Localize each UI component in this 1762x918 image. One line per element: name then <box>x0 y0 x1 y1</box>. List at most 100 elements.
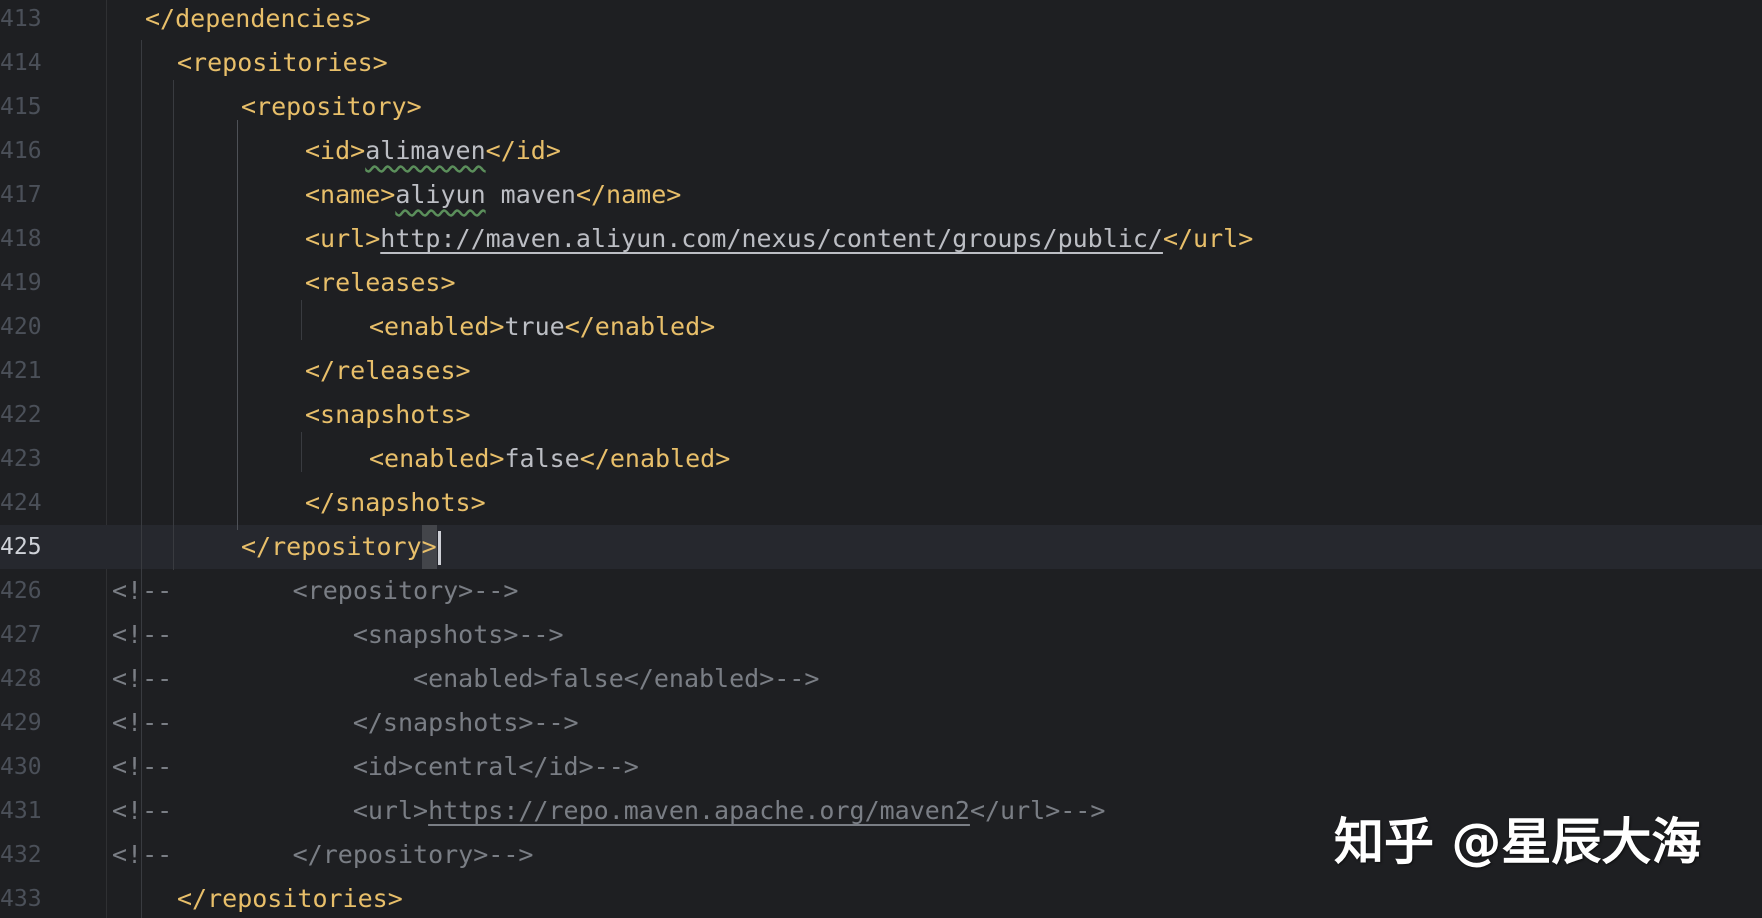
code-text: <!-- <url>https://repo.maven.apache.org/… <box>112 789 1105 833</box>
code-text: <repository> <box>241 85 422 129</box>
code-text: <snapshots> <box>305 393 471 437</box>
line-number: 427 <box>0 622 42 648</box>
code-token: </url>--> <box>969 796 1106 825</box>
code-token: </dependencies> <box>145 4 371 33</box>
code-line[interactable]: 428 <!-- <enabled>false</enabled>--> <box>0 657 1762 701</box>
line-number: 420 <box>0 314 42 340</box>
code-token: </enabled> <box>579 444 731 473</box>
code-text: <enabled>true</enabled> <box>369 305 715 349</box>
line-number: 429 <box>0 710 42 736</box>
code-token: </url> <box>1162 224 1254 253</box>
code-line[interactable]: 417 <name>aliyun maven</name> <box>0 173 1762 217</box>
code-line[interactable]: 429 <!-- </snapshots>--> <box>0 701 1762 745</box>
code-token: <releases> <box>305 268 456 297</box>
code-token: <!-- <repository>--> <box>112 576 519 605</box>
code-line[interactable]: 420 <enabled>true</enabled> <box>0 305 1762 349</box>
code-text: <releases> <box>305 261 456 305</box>
code-token: <!-- </snapshots>--> <box>112 708 579 737</box>
indent-guide <box>301 432 302 472</box>
code-line[interactable]: 425 </repository> <box>0 525 1762 569</box>
code-token: </name> <box>575 180 682 209</box>
code-line[interactable]: 415 <repository> <box>0 85 1762 129</box>
code-text: <!-- <id>central</id>--> <box>112 745 639 789</box>
code-token: </snapshots> <box>305 488 486 517</box>
line-number: 418 <box>0 226 42 252</box>
line-number: 416 <box>0 138 42 164</box>
code-line[interactable]: 419 <releases> <box>0 261 1762 305</box>
code-token: <url> <box>305 224 381 253</box>
line-number: 423 <box>0 446 42 472</box>
code-line[interactable]: 423 <enabled>false</enabled> <box>0 437 1762 481</box>
text-caret <box>437 531 441 565</box>
code-text: <!-- <repository>--> <box>112 569 518 613</box>
code-token: <enabled> <box>369 444 505 473</box>
code-text: <name>aliyun maven</name> <box>305 173 681 217</box>
code-token: <!-- <url> <box>112 796 429 825</box>
code-text: </snapshots> <box>305 481 486 525</box>
line-number: 421 <box>0 358 42 384</box>
code-token: alimaven <box>365 136 486 165</box>
code-token: <!-- <enabled>false</enabled>--> <box>112 664 820 693</box>
code-token: true <box>504 312 565 341</box>
code-token: </repositories> <box>177 884 403 913</box>
line-number: 425 <box>0 534 42 560</box>
code-token: maven <box>485 180 576 209</box>
code-token: </releases> <box>305 356 471 385</box>
line-number: 413 <box>0 6 42 32</box>
code-line[interactable]: 422 <snapshots> <box>0 393 1762 437</box>
code-line[interactable]: 418 <url>http://maven.aliyun.com/nexus/co… <box>0 217 1762 261</box>
indent-guide <box>141 40 142 918</box>
code-text: <!-- </repository>--> <box>112 833 533 877</box>
code-text: </dependencies> <box>145 0 371 41</box>
url-link[interactable]: https://repo.maven.apache.org/maven2 <box>428 796 970 825</box>
code-token: <id> <box>305 136 366 165</box>
line-number: 417 <box>0 182 42 208</box>
code-token: <!-- <snapshots>--> <box>112 620 564 649</box>
code-text: <id>alimaven</id> <box>305 129 561 173</box>
line-number: 419 <box>0 270 42 296</box>
code-token: <!-- <id>central</id>--> <box>112 752 639 781</box>
code-text: </repositories> <box>177 877 403 918</box>
code-text: <!-- </snapshots>--> <box>112 701 579 745</box>
line-number: 422 <box>0 402 42 428</box>
code-line[interactable]: 427 <!-- <snapshots>--> <box>0 613 1762 657</box>
line-number: 431 <box>0 798 42 824</box>
code-line[interactable]: 424 </snapshots> <box>0 481 1762 525</box>
code-token: <snapshots> <box>305 400 471 429</box>
code-token: </enabled> <box>564 312 716 341</box>
code-line[interactable]: 426 <!-- <repository>--> <box>0 569 1762 613</box>
code-text: <repositories> <box>177 41 388 85</box>
line-number: 424 <box>0 490 42 516</box>
indent-guide <box>301 300 302 340</box>
code-token: <repositories> <box>177 48 388 77</box>
code-text: <enabled>false</enabled> <box>369 437 730 481</box>
code-text: </repository> <box>241 525 441 569</box>
matched-bracket: > <box>421 525 437 569</box>
code-text: </releases> <box>305 349 471 393</box>
line-number: 432 <box>0 842 42 868</box>
code-line[interactable]: 421 </releases> <box>0 349 1762 393</box>
code-token: <name> <box>305 180 396 209</box>
line-number: 426 <box>0 578 42 604</box>
code-line[interactable]: 433 </repositories> <box>0 877 1762 918</box>
code-token: aliyun <box>395 180 486 209</box>
code-text: <!-- <enabled>false</enabled>--> <box>112 657 819 701</box>
line-number: 430 <box>0 754 42 780</box>
code-token: </id> <box>485 136 561 165</box>
code-token: false <box>504 444 580 473</box>
code-line[interactable]: 430 <!-- <id>central</id>--> <box>0 745 1762 789</box>
line-number: 428 <box>0 666 42 692</box>
code-text: <!-- <snapshots>--> <box>112 613 564 657</box>
code-token: <enabled> <box>369 312 505 341</box>
line-number: 433 <box>0 886 42 912</box>
code-line[interactable]: 416 <id>alimaven</id> <box>0 129 1762 173</box>
url-link[interactable]: http://maven.aliyun.com/nexus/content/gr… <box>380 224 1163 253</box>
code-token: </repository <box>241 532 422 561</box>
code-line[interactable]: 414 <repositories> <box>0 41 1762 85</box>
indent-guide <box>237 120 238 530</box>
watermark: 知乎 @星辰大海 <box>1334 813 1702 871</box>
indent-guide <box>173 80 174 570</box>
code-line[interactable]: 413 </dependencies> <box>0 0 1762 41</box>
code-editor[interactable]: 413 </dependencies> 414 <repositories> 415 <r… <box>0 0 1762 918</box>
code-token: <!-- </repository>--> <box>112 840 534 869</box>
